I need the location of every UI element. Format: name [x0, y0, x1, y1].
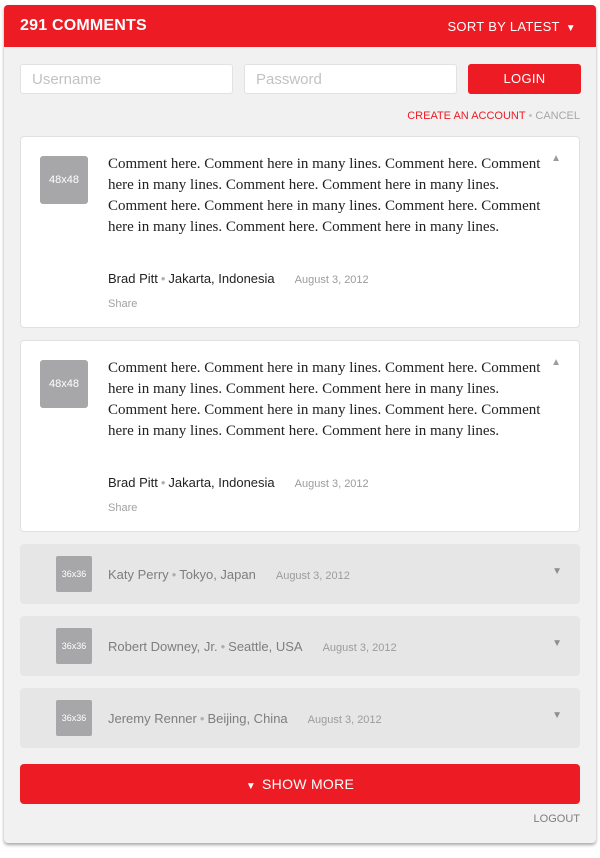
- collapsed-comment[interactable]: 36x36 Jeremy Renner • Beijing, China August…: [20, 688, 580, 748]
- comment-meta: Jeremy Renner • Beijing, China August 3, 20…: [108, 711, 382, 726]
- username-input[interactable]: [20, 64, 233, 94]
- comment-card: 48x48 Comment here. Comment here in many…: [20, 340, 580, 532]
- password-input[interactable]: [244, 64, 457, 94]
- show-more-label: SHOW MORE: [262, 776, 355, 792]
- cancel-link[interactable]: CANCEL: [535, 110, 580, 122]
- login-button[interactable]: LOGIN: [468, 64, 581, 94]
- comments-panel: 291 COMMENTS SORT BY LATEST ▼ LOGIN CREAT…: [4, 5, 596, 843]
- comment-meta: Brad Pitt • Jakarta, Indonesia August 3, 20…: [108, 271, 369, 286]
- comment-meta: Robert Downey, Jr. • Seattle, USA August 3,…: [108, 639, 397, 654]
- avatar: 36x36: [56, 628, 92, 664]
- author-location: Jakarta, Indonesia: [168, 271, 275, 286]
- collapsed-comment[interactable]: 36x36 Robert Downey, Jr. • Seattle, USA Aug…: [20, 616, 580, 676]
- separator-dot: •: [160, 271, 166, 286]
- avatar: 48x48: [40, 360, 88, 408]
- comment-date: August 3, 2012: [307, 714, 382, 726]
- account-links: CREATE AN ACCOUNT • CANCEL: [407, 110, 580, 122]
- avatar: 36x36: [56, 556, 92, 592]
- comments-header: 291 COMMENTS SORT BY LATEST ▼: [4, 5, 596, 47]
- expand-toggle-icon[interactable]: ▼: [552, 566, 562, 577]
- comment-meta: Katy Perry • Tokyo, Japan August 3, 2012: [108, 567, 350, 582]
- comment-card: 48x48 Comment here. Comment here in many…: [20, 136, 580, 328]
- author-location: Tokyo, Japan: [179, 567, 256, 582]
- author-location: Jakarta, Indonesia: [168, 475, 275, 490]
- sort-dropdown[interactable]: SORT BY LATEST ▼: [447, 19, 576, 34]
- show-more-button[interactable]: ▼ SHOW MORE: [20, 764, 580, 804]
- caret-down-icon: ▼: [245, 781, 257, 792]
- avatar: 48x48: [40, 156, 88, 204]
- expand-toggle-icon[interactable]: ▼: [552, 638, 562, 649]
- comment-date: August 3, 2012: [294, 478, 369, 490]
- collapse-toggle-icon[interactable]: ▲: [551, 357, 561, 368]
- comment-date: August 3, 2012: [275, 570, 350, 582]
- separator-dot: •: [220, 639, 226, 654]
- separator-dot: •: [160, 475, 166, 490]
- comment-text: Comment here. Comment here in many lines…: [108, 360, 541, 439]
- expand-toggle-icon[interactable]: ▼: [552, 710, 562, 721]
- author-name: Jeremy Renner: [108, 711, 197, 726]
- author-location: Seattle, USA: [228, 639, 303, 654]
- share-link[interactable]: Share: [108, 502, 137, 514]
- comment-meta: Brad Pitt • Jakarta, Indonesia August 3, 20…: [108, 475, 369, 490]
- avatar: 36x36: [56, 700, 92, 736]
- author-name[interactable]: Brad Pitt: [108, 271, 158, 286]
- comment-count: 291 COMMENTS: [20, 17, 147, 34]
- author-name: Robert Downey, Jr.: [108, 639, 218, 654]
- author-name[interactable]: Brad Pitt: [108, 475, 158, 490]
- separator-dot: •: [528, 110, 533, 122]
- sort-label: SORT BY LATEST: [447, 19, 560, 34]
- collapse-toggle-icon[interactable]: ▲: [551, 153, 561, 164]
- separator-dot: •: [199, 711, 205, 726]
- logout-link[interactable]: LOGOUT: [534, 813, 580, 825]
- caret-down-icon: ▼: [565, 23, 576, 34]
- comment-date: August 3, 2012: [294, 274, 369, 286]
- author-name: Katy Perry: [108, 567, 169, 582]
- share-link[interactable]: Share: [108, 298, 137, 310]
- create-account-link[interactable]: CREATE AN ACCOUNT: [407, 110, 525, 122]
- comment-text: Comment here. Comment here in many lines…: [108, 156, 541, 235]
- collapsed-comment[interactable]: 36x36 Katy Perry • Tokyo, Japan August 3, 2…: [20, 544, 580, 604]
- author-location: Beijing, China: [207, 711, 288, 726]
- separator-dot: •: [171, 567, 177, 582]
- comment-date: August 3, 2012: [322, 642, 397, 654]
